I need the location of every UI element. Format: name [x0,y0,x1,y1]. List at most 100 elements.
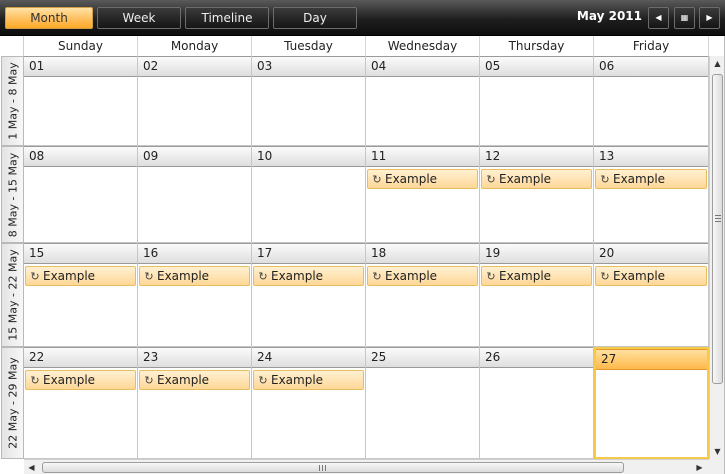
day-header-sunday: Sunday [24,36,138,56]
day-cell[interactable]: 17 ↻ Example [252,243,366,347]
appointment-subject: Example [385,269,438,283]
horizontal-scroll-thumb[interactable] [42,462,624,473]
day-number[interactable]: 20 [594,243,708,264]
day-header-thursday: Thursday [480,36,594,56]
day-number[interactable]: 01 [24,56,137,77]
day-cell[interactable]: 23 ↻ Example [138,347,252,459]
day-cell[interactable]: 06 [594,56,709,146]
appointment-subject: Example [43,269,96,283]
appointment[interactable]: ↻ Example [139,370,250,390]
recurrence-icon: ↻ [486,270,496,283]
day-cell[interactable]: 24 ↻ Example [252,347,366,459]
appointment[interactable]: ↻ Example [595,169,707,189]
scroll-up-arrow[interactable]: ▲ [710,56,725,71]
day-number[interactable]: 13 [594,146,708,167]
day-number[interactable]: 19 [480,243,593,264]
week-label[interactable]: 8 May - 15 May [1,146,24,243]
appointment-subject: Example [271,269,324,283]
vertical-scroll-thumb[interactable] [712,74,723,384]
day-number[interactable]: 15 [24,243,137,264]
day-cell[interactable]: 22 ↻ Example [24,347,138,459]
recurrence-icon: ↻ [258,270,268,283]
day-cell[interactable]: 02 [138,56,252,146]
week-label[interactable]: 15 May - 22 May [1,243,24,347]
day-cell[interactable]: 20 ↻ Example [594,243,709,347]
day-number[interactable]: 12 [480,146,593,167]
appointment-subject: Example [43,373,96,387]
month-view-button[interactable]: Month [5,7,93,29]
timeline-view-button[interactable]: Timeline [185,7,269,29]
day-number[interactable]: 24 [252,347,365,368]
day-number[interactable]: 03 [252,56,365,77]
appointment[interactable]: ↻ Example [25,370,136,390]
scroll-down-arrow[interactable]: ▼ [710,444,725,459]
day-cell[interactable]: 01 [24,56,138,146]
day-cell[interactable]: 09 [138,146,252,243]
day-number[interactable]: 17 [252,243,365,264]
next-button[interactable]: ▶ [699,7,720,29]
day-cell[interactable]: 25 [366,347,480,459]
appointment-subject: Example [157,269,210,283]
appointment[interactable]: ↻ Example [367,169,478,189]
appointment[interactable]: ↻ Example [481,169,592,189]
day-cell[interactable]: 10 [252,146,366,243]
week-range-text: 15 May - 22 May [6,249,19,341]
day-number[interactable]: 16 [138,243,251,264]
day-cell[interactable]: 12 ↻ Example [480,146,594,243]
day-cell[interactable]: 26 [480,347,594,459]
recurrence-icon: ↻ [600,270,610,283]
day-number[interactable]: 26 [480,347,593,368]
week-range-text: 1 May - 8 May [6,62,19,140]
recurrence-icon: ↻ [30,374,40,387]
day-view-button[interactable]: Day [273,7,357,29]
appointment[interactable]: ↻ Example [253,266,364,286]
day-cell[interactable]: 05 [480,56,594,146]
day-cell[interactable]: 18 ↻ Example [366,243,480,347]
day-cell[interactable]: 19 ↻ Example [480,243,594,347]
day-number[interactable]: 25 [366,347,479,368]
day-number[interactable]: 06 [594,56,708,77]
vertical-scrollbar[interactable]: ▲ ▼ [709,56,724,459]
appointment[interactable]: ↻ Example [595,266,707,286]
appointment-subject: Example [613,172,666,186]
recurrence-icon: ↻ [600,173,610,186]
day-cell[interactable]: 15 ↻ Example [24,243,138,347]
week-view-button[interactable]: Week [97,7,181,29]
day-number[interactable]: 09 [138,146,251,167]
day-number[interactable]: 27 [596,349,707,370]
day-header-wednesday: Wednesday [366,36,480,56]
horizontal-scrollbar[interactable]: ◀ ▶ [24,459,709,474]
day-number[interactable]: 04 [366,56,479,77]
day-number[interactable]: 11 [366,146,479,167]
appointment[interactable]: ↻ Example [25,266,136,286]
day-number[interactable]: 05 [480,56,593,77]
day-number[interactable]: 10 [252,146,365,167]
previous-button[interactable]: ◀ [648,7,669,29]
week-label[interactable]: 22 May - 29 May [1,347,24,459]
day-cell[interactable]: 16 ↻ Example [138,243,252,347]
day-cell[interactable]: 08 [24,146,138,243]
day-header-friday: Friday [594,36,709,56]
day-number[interactable]: 18 [366,243,479,264]
appointment[interactable]: ↻ Example [253,370,364,390]
recurrence-icon: ↻ [144,374,154,387]
day-cell[interactable]: 11 ↻ Example [366,146,480,243]
day-cell[interactable]: 13 ↻ Example [594,146,709,243]
day-number[interactable]: 22 [24,347,137,368]
day-cell-today[interactable]: 27 [594,347,709,459]
day-cell[interactable]: 04 [366,56,480,146]
scroll-right-arrow[interactable]: ▶ [692,460,707,474]
week-label[interactable]: 1 May - 8 May [1,56,24,146]
appointment-subject: Example [499,269,552,283]
day-number[interactable]: 23 [138,347,251,368]
appointment[interactable]: ↻ Example [367,266,478,286]
week-range-text: 8 May - 15 May [6,152,19,237]
scroll-left-arrow[interactable]: ◀ [24,460,39,474]
calendar-picker-button[interactable]: ▦ [674,7,695,29]
recurrence-icon: ↻ [144,270,154,283]
appointment[interactable]: ↻ Example [139,266,250,286]
day-cell[interactable]: 03 [252,56,366,146]
day-number[interactable]: 08 [24,146,137,167]
appointment[interactable]: ↻ Example [481,266,592,286]
day-number[interactable]: 02 [138,56,251,77]
